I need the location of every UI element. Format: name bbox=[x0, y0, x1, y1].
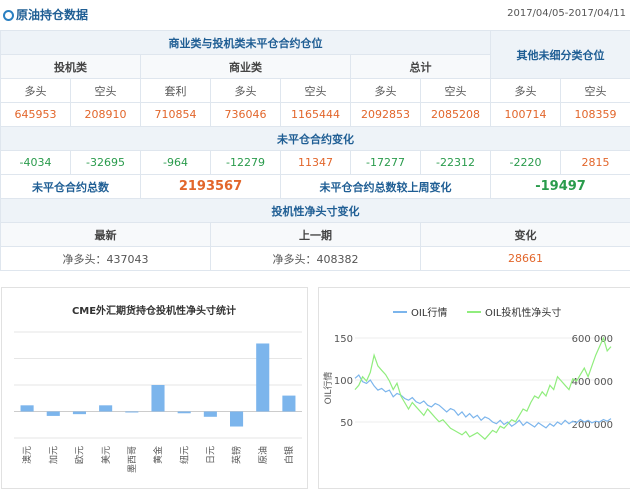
category-label: 欧元 bbox=[74, 446, 86, 464]
position-value: 100714 bbox=[491, 103, 561, 127]
col-header: 空头 bbox=[71, 79, 141, 103]
spec-header-latest: 最新 bbox=[1, 223, 211, 247]
category-label: 日元 bbox=[206, 446, 217, 464]
bar bbox=[230, 412, 243, 427]
category-label: 英镑 bbox=[231, 446, 243, 464]
change-value: -17277 bbox=[351, 151, 421, 175]
bar bbox=[21, 405, 34, 411]
change-value: -2220 bbox=[491, 151, 561, 175]
bar-chart-panel: CME外汇期货持仓投机性净头寸统计澳元加元欧元美元 墨西哥 黄金纽元日元英镑原油白银 bbox=[1, 287, 308, 489]
bar bbox=[204, 412, 217, 417]
spec-change: 28661 bbox=[421, 247, 630, 271]
col-header: 套利 bbox=[141, 79, 211, 103]
spec-latest: 净多头：437043 bbox=[1, 247, 211, 271]
change-value: -22312 bbox=[421, 151, 491, 175]
spec-previous: 净多头：408382 bbox=[211, 247, 421, 271]
position-value: 645953 bbox=[1, 103, 71, 127]
positions-table: 商业类与投机类未平仓合约仓位 其他未细分类仓位 投机类 商业类 总计 多头 空头… bbox=[0, 30, 630, 271]
change-value: -32695 bbox=[71, 151, 141, 175]
col-header: 多头 bbox=[491, 79, 561, 103]
spec-header-previous: 上一期 bbox=[211, 223, 421, 247]
left-tick-label: 100 bbox=[334, 376, 353, 387]
page-header: 原油持仓数据 2017/04/05-2017/04/11 bbox=[0, 0, 630, 30]
y-axis-label: OIL行情 bbox=[322, 372, 334, 405]
legend-label: OIL行情 bbox=[411, 306, 447, 319]
bar-chart-title: CME外汇期货持仓投机性净头寸统计 bbox=[72, 304, 236, 317]
bar bbox=[125, 412, 138, 413]
position-value: 208910 bbox=[71, 103, 141, 127]
total-value: 2193567 bbox=[141, 175, 281, 199]
bar bbox=[47, 412, 60, 416]
change-value: 11347 bbox=[281, 151, 351, 175]
col-header: 空头 bbox=[561, 79, 630, 103]
col-header: 空头 bbox=[421, 79, 491, 103]
group-title: 商业类与投机类未平仓合约仓位 bbox=[1, 31, 491, 55]
change-value: -12279 bbox=[211, 151, 281, 175]
page-title: 原油持仓数据 bbox=[16, 6, 88, 23]
line-chart-panel: OIL行情OIL投机性净头寸50100150200 000400 000600 … bbox=[318, 287, 630, 489]
weekly-change-value: -19497 bbox=[491, 175, 630, 199]
position-value: 108359 bbox=[561, 103, 630, 127]
position-value: 736046 bbox=[211, 103, 281, 127]
col-header: 空头 bbox=[281, 79, 351, 103]
bar bbox=[256, 343, 269, 411]
spec-title: 投机性净头寸变化 bbox=[1, 199, 630, 223]
category-label: 澳元 bbox=[21, 446, 33, 464]
group-speculative: 投机类 bbox=[1, 55, 141, 79]
other-title: 其他未细分类仓位 bbox=[491, 31, 630, 79]
col-header: 多头 bbox=[1, 79, 71, 103]
circle-bullet-icon bbox=[3, 10, 14, 21]
col-header: 多头 bbox=[351, 79, 421, 103]
col-header: 多头 bbox=[211, 79, 281, 103]
bar-chart: CME外汇期货持仓投机性净头寸统计澳元加元欧元美元 墨西哥 黄金纽元日元英镑原油白银 bbox=[2, 288, 307, 488]
spec-header-change: 变化 bbox=[421, 223, 630, 247]
change-value: -964 bbox=[141, 151, 211, 175]
date-range: 2017/04/05-2017/04/11 bbox=[507, 8, 626, 19]
left-tick-label: 150 bbox=[334, 334, 353, 345]
category-label: 纽元 bbox=[178, 446, 190, 464]
bar bbox=[73, 412, 86, 415]
category-label: 原油 bbox=[257, 446, 269, 464]
left-tick-label: 50 bbox=[340, 418, 353, 429]
bar bbox=[99, 405, 112, 411]
position-value: 2092853 bbox=[351, 103, 421, 127]
position-value: 710854 bbox=[141, 103, 211, 127]
change-value: -4034 bbox=[1, 151, 71, 175]
category-label: 加元 bbox=[48, 446, 59, 464]
change-value: 2815 bbox=[561, 151, 630, 175]
group-total: 总计 bbox=[351, 55, 491, 79]
position-value: 1165444 bbox=[281, 103, 351, 127]
bar bbox=[151, 385, 164, 412]
line-chart: OIL行情OIL投机性净头寸50100150200 000400 000600 … bbox=[319, 288, 630, 488]
category-label: 美元 bbox=[100, 446, 112, 464]
legend-label: OIL投机性净头寸 bbox=[485, 306, 561, 319]
position-value: 2085208 bbox=[421, 103, 491, 127]
bar bbox=[178, 412, 191, 414]
right-tick-label: 600 000 bbox=[572, 334, 613, 345]
group-commercial: 商业类 bbox=[141, 55, 351, 79]
bar bbox=[282, 396, 295, 412]
weekly-change-label: 未平仓合约总数较上周变化 bbox=[281, 175, 491, 199]
category-label: 黄金 bbox=[152, 446, 164, 464]
total-label: 未平仓合约总数 bbox=[1, 175, 141, 199]
category-label: 墨西哥 bbox=[127, 446, 138, 473]
category-label: 白银 bbox=[283, 446, 295, 464]
change-title: 未平仓合约变化 bbox=[1, 127, 630, 151]
